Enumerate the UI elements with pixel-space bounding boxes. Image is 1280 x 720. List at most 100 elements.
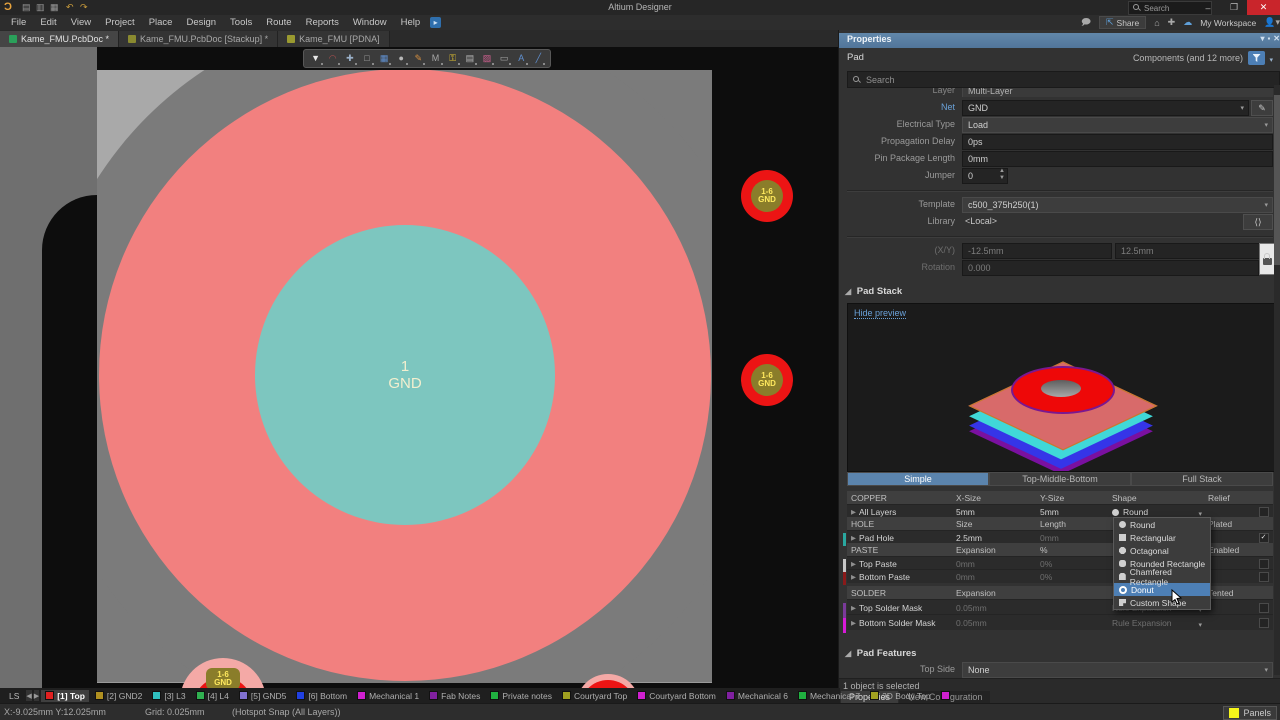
home-icon[interactable]: ⌂ [1154,18,1159,28]
shape-option-rectangular[interactable]: Rectangular [1114,531,1210,544]
spin-up-icon[interactable]: ▲ [999,169,1005,174]
text-tool-icon[interactable]: A [514,51,528,66]
layers-tool-icon[interactable]: ▤ [463,51,477,66]
shape-option-octagonal[interactable]: Octagonal [1114,544,1210,557]
help-badge-icon[interactable]: ▸ [430,17,441,28]
pin-icon[interactable]: ✚ [1168,17,1176,28]
pad-tool-icon[interactable]: ● [394,51,408,66]
polygon-tool-icon[interactable]: ▨ [480,51,494,66]
user-menu-icon[interactable]: 👤▾ [1264,17,1280,28]
lasso-tool-icon[interactable]: ◠ [326,51,340,66]
pcb-board-area[interactable]: 1 GND [97,70,712,683]
menu-place[interactable]: Place [142,15,180,30]
tab-simple[interactable]: Simple [847,472,989,486]
menu-edit[interactable]: Edit [33,15,63,30]
pad-features-section-header[interactable]: ◢ Pad Features [845,648,1275,659]
panels-button[interactable]: Panels [1223,706,1277,720]
measure-tool-icon[interactable]: ▦ [377,51,391,66]
spin-down-icon[interactable]: ▼ [999,176,1005,181]
share-button[interactable]: ⇱ Share [1099,16,1146,29]
electrical-type-select[interactable]: Load▾ [962,117,1273,133]
doc-tab-pdna[interactable]: Kame_FMU [PDNA] [278,31,390,47]
paste-checkbox[interactable] [1259,572,1269,582]
layer-tab-gnd2[interactable]: [2] GND2 [91,690,146,702]
tab-full-stack[interactable]: Full Stack [1131,472,1273,486]
edit-net-button[interactable]: ✎ [1251,100,1273,116]
via-pad[interactable]: 1-6GND [741,354,793,406]
layer-tab-top[interactable]: [1] Top [41,690,89,702]
net-select[interactable]: GND▾ [962,100,1249,116]
shape-option-chamfered-rectangle[interactable]: Chamfered Rectangle [1114,570,1210,583]
rotation-input[interactable]: 0.000 [962,260,1259,276]
panel-scrollbar[interactable] [1274,85,1280,675]
menu-route[interactable]: Route [259,15,298,30]
template-select[interactable]: c500_375h250(1)▾ [962,197,1273,213]
scrollbar-thumb[interactable] [1274,95,1280,265]
tented-checkbox[interactable] [1259,603,1269,613]
layer-tab-mechanical6[interactable]: Mechanical 6 [722,690,792,702]
y-input[interactable]: 12.5mm [1115,243,1265,259]
net-label[interactable]: Net [847,102,955,112]
layer-tab-private-notes[interactable]: Private notes [486,690,556,702]
layer-tab-3d-body-top[interactable]: 3D Body Top [866,690,935,702]
mask-mode-select[interactable]: Rule Expansion▾ [1112,618,1208,628]
properties-panel-header[interactable]: Properties ▾▪✕ [839,33,1280,48]
multiroute-tool-icon[interactable]: M [429,51,443,66]
bottom-solder-mask-row[interactable]: ▶Bottom Solder Mask 0.05mm Rule Expansio… [847,614,1273,630]
layer-tab-mechanical7[interactable]: Mechanical 7 [794,690,864,702]
maximize-button[interactable]: ❐ [1221,0,1247,15]
filter-button[interactable] [1248,51,1265,65]
panel-header-icons[interactable]: ▾▪✕ [1260,34,1280,43]
tented-checkbox[interactable] [1259,618,1269,628]
menu-file[interactable]: File [4,15,33,30]
menu-tools[interactable]: Tools [223,15,259,30]
layer-tab-bottom[interactable]: [6] Bottom [292,690,351,702]
comments-icon[interactable]: 🗩 [1081,15,1091,31]
x-input[interactable]: -12.5mm [962,243,1112,259]
shape-select[interactable]: Round ▾ [1112,507,1208,517]
via-pad[interactable]: 1-6GND [741,170,793,222]
line-tool-icon[interactable]: ╱ [531,51,545,66]
panel-search-input[interactable]: Search [847,71,1280,88]
menu-reports[interactable]: Reports [299,15,346,30]
menu-project[interactable]: Project [98,15,142,30]
layer-tab-courtyard-bottom[interactable]: Courtyard Bottom [633,690,720,702]
propagation-delay-input[interactable]: 0ps [962,134,1273,150]
tab-top-middle-bottom[interactable]: Top-Middle-Bottom [989,472,1131,486]
layer-tab-l3[interactable]: [3] L3 [148,690,189,702]
plated-checkbox[interactable]: ✓ [1259,533,1269,543]
top-side-select[interactable]: None▾ [962,662,1273,678]
ruler-tool-icon[interactable]: ▭ [497,51,511,66]
hide-preview-link[interactable]: Hide preview [854,308,906,319]
filter-dropdown-icon[interactable]: ▾ [1269,56,1273,64]
close-button[interactable]: ✕ [1247,0,1280,15]
layer-select[interactable]: Multi-Layer▾ [962,88,1273,97]
pad-stack-section-header[interactable]: ◢ Pad Stack [845,286,1275,297]
menu-window[interactable]: Window [346,15,394,30]
layer-tab-mechanical1[interactable]: Mechanical 1 [353,690,423,702]
layer-set-button[interactable]: LS [4,691,24,701]
scroll-right-icon[interactable]: ▶ [34,690,39,701]
doc-tab-pcbdoc[interactable]: Kame_FMU.PcbDoc * [0,31,119,47]
menu-help[interactable]: Help [394,15,428,30]
route-tool-icon[interactable]: ✎ [411,51,425,66]
shape-option-custom-shape[interactable]: Custom Shape [1114,596,1210,609]
select-tool-icon[interactable]: □ [360,51,374,66]
all-layers-row[interactable]: ▶All Layers 5mm 5mm Round ▾ [847,504,1273,518]
filter-tool-icon[interactable]: ▼ [309,51,323,66]
workspace-label[interactable]: My Workspace [1200,18,1256,28]
scroll-left-icon[interactable]: ◀ [26,690,31,701]
menu-design[interactable]: Design [179,15,223,30]
minimize-button[interactable]: – [1195,0,1221,15]
paste-checkbox[interactable] [1259,559,1269,569]
key-tool-icon[interactable]: ⚿ [446,51,460,66]
pcb-canvas[interactable]: 1 GND 1-6GND 1-6GND 1-6GND [0,47,838,688]
shape-option-round[interactable]: Round [1114,518,1210,531]
layer-tab-l4[interactable]: [4] L4 [192,690,233,702]
move-tool-icon[interactable]: ✚ [343,51,357,66]
layer-tab-gnd5[interactable]: [5] GND5 [235,690,290,702]
link-library-button[interactable]: ⟨⟩ [1243,214,1273,230]
layer-tab-extra-swatch[interactable] [937,690,954,701]
layer-tab-courtyard-top[interactable]: Courtyard Top [558,690,631,702]
layer-tab-fab-notes[interactable]: Fab Notes [425,690,484,702]
